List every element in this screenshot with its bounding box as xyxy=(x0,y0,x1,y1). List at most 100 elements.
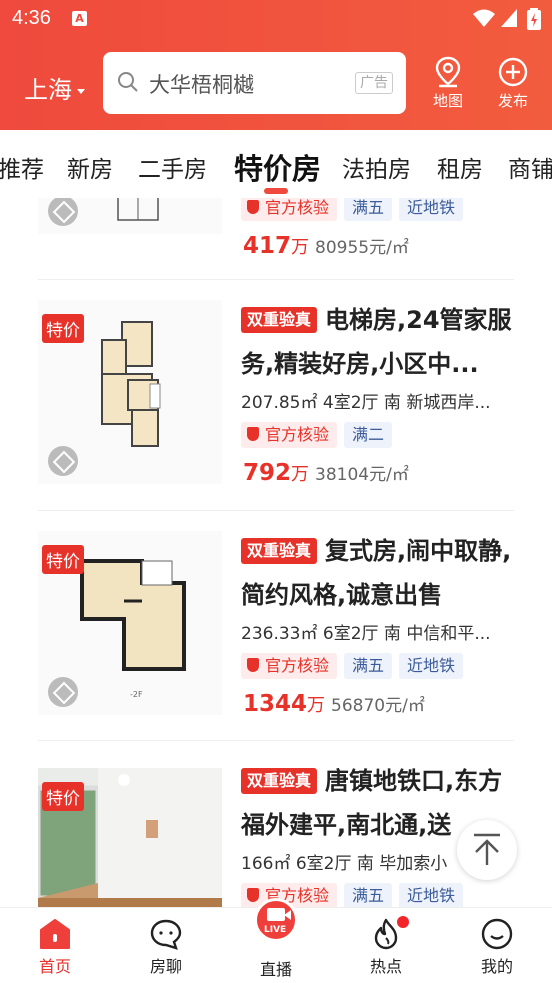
listing-chips: 官方核验 满五 近地铁 xyxy=(241,198,470,223)
official-verify-chip: 官方核验 xyxy=(241,422,338,448)
listing-card[interactable]: 特价 双重验真 唐镇地铁口,东方福外建平,南北通,送 166㎡ 6室2厅 南 毕加… xyxy=(0,741,552,907)
feature-chip: 近地铁 xyxy=(399,198,464,221)
nav-chat-label: 房聊 xyxy=(149,957,182,976)
listing-meta: 207.85㎡ 4室2厅 南 新城西岸... xyxy=(241,393,491,413)
listing-price: 1344万 56870元/㎡ xyxy=(243,691,425,717)
double-verify-tag: 双重验真 xyxy=(241,307,318,333)
back-to-top-button[interactable] xyxy=(457,820,517,880)
ad-label: 广告 xyxy=(355,72,393,94)
feature-chip: 满五 xyxy=(344,198,393,221)
shield-icon xyxy=(247,888,259,902)
tab-discount[interactable]: 特价房 xyxy=(234,146,321,188)
tab-second-hand[interactable]: 二手房 xyxy=(138,150,207,184)
verify-text: 官方核验 xyxy=(265,425,330,444)
nav-mine-label: 我的 xyxy=(480,957,513,976)
nav-live-button[interactable]: LIVE xyxy=(254,898,298,942)
map-pin-icon xyxy=(435,56,461,88)
listing-thumbnail: 特价 xyxy=(38,768,222,907)
header-bar: 4:36 A 上海 大华梧桐樾 广告 地图 发布 xyxy=(0,0,552,130)
publish-button[interactable]: 发布 xyxy=(489,56,537,111)
city-label: 上海 xyxy=(24,76,72,104)
search-keyword: 大华梧桐樾 xyxy=(149,73,254,97)
notification-dot xyxy=(397,916,409,928)
tab-rent[interactable]: 租房 xyxy=(437,150,483,184)
cell-signal-icon xyxy=(501,9,517,27)
verify-text: 官方核验 xyxy=(265,198,330,217)
listing-title: 双重验真 电梯房,24管家服务,精装好房,小区中... xyxy=(241,298,513,386)
listing-thumbnail: 特价 -2F xyxy=(38,531,222,715)
live-badge: LIVE xyxy=(264,925,287,935)
vr-icon xyxy=(48,677,78,707)
video-camera-icon xyxy=(267,908,285,921)
verify-text: 官方核验 xyxy=(265,656,330,675)
listing-card[interactable]: 特价 双重验真 电梯房,24管家服务,精装好房,小区中... 207.85㎡ 4室… xyxy=(0,280,552,510)
price-unit: 万 xyxy=(307,695,326,716)
discount-badge: 特价 xyxy=(42,545,84,574)
active-tab-indicator xyxy=(264,188,288,194)
home-icon xyxy=(40,919,70,949)
listing-chips: 官方核验 满二 xyxy=(241,422,399,450)
vr-icon xyxy=(48,446,78,476)
listing-chips: 官方核验 满五 近地铁 xyxy=(241,653,470,681)
discount-badge: 特价 xyxy=(42,782,84,811)
listing-list[interactable]: 官方核验 满五 近地铁 417万 80955元/㎡ 特价 双重验真 电梯房,24管家服务… xyxy=(0,198,552,907)
tab-auction[interactable]: 法拍房 xyxy=(342,150,411,184)
listing-card[interactable]: 官方核验 满五 近地铁 417万 80955元/㎡ xyxy=(0,198,552,280)
listing-card[interactable]: 特价 -2F 双重验真 复式房,闹中取静,简约风格,诚意出售 236.33㎡ 6室… xyxy=(0,511,552,741)
listing-thumbnail: 特价 xyxy=(38,300,222,484)
listing-title: 双重验真 复式房,闹中取静,简约风格,诚意出售 xyxy=(241,529,513,617)
listing-price: 417万 80955元/㎡ xyxy=(243,233,409,259)
notification-a-icon: A xyxy=(72,11,87,26)
unit-price: 80955元/㎡ xyxy=(315,238,409,258)
map-button[interactable]: 地图 xyxy=(424,56,472,111)
tab-new-house[interactable]: 新房 xyxy=(67,150,113,184)
nav-mine[interactable]: 我的 xyxy=(467,918,527,977)
total-price: 417 xyxy=(243,233,292,259)
search-icon xyxy=(118,72,138,92)
double-verify-tag: 双重验真 xyxy=(241,538,318,564)
plus-circle-icon xyxy=(498,57,528,87)
floor-label: -2F xyxy=(130,690,143,699)
feature-chip: 满二 xyxy=(344,422,393,448)
nav-home[interactable]: 首页 xyxy=(25,918,85,977)
feature-chip: 满五 xyxy=(344,653,393,679)
search-box[interactable]: 大华梧桐樾 广告 xyxy=(103,52,406,114)
listing-meta: 236.33㎡ 6室2厅 南 中信和平... xyxy=(241,624,491,644)
tab-shops[interactable]: 商铺 xyxy=(508,150,552,184)
nav-hot[interactable]: 热点 xyxy=(356,916,416,977)
city-selector[interactable]: 上海 xyxy=(24,70,85,105)
shield-icon xyxy=(247,427,259,441)
nav-hot-label: 热点 xyxy=(369,957,402,976)
feature-chip: 满五 xyxy=(344,883,393,907)
nav-home-label: 首页 xyxy=(38,957,71,976)
unit-price: 56870元/㎡ xyxy=(331,696,425,716)
smile-face-icon xyxy=(481,918,513,950)
map-label: 地图 xyxy=(432,92,463,110)
caret-down-icon xyxy=(77,88,85,94)
listing-price: 792万 38104元/㎡ xyxy=(243,460,409,486)
unit-price: 38104元/㎡ xyxy=(315,465,409,485)
official-verify-chip: 官方核验 xyxy=(241,198,338,221)
status-bar: 4:36 A xyxy=(0,0,552,38)
total-price: 1344 xyxy=(243,691,308,717)
price-unit: 万 xyxy=(291,237,310,258)
feature-chip: 近地铁 xyxy=(399,653,464,679)
nav-chat[interactable]: 房聊 xyxy=(136,918,196,977)
double-verify-tag: 双重验真 xyxy=(241,768,318,794)
video-camera-lens-icon xyxy=(284,910,291,920)
arrow-up-icon xyxy=(474,833,500,865)
discount-badge: 特价 xyxy=(42,314,84,343)
official-verify-chip: 官方核验 xyxy=(241,653,338,679)
shield-icon xyxy=(247,658,259,672)
tab-recommend[interactable]: 推荐 xyxy=(0,150,44,184)
listing-thumbnail xyxy=(38,198,222,234)
shield-icon xyxy=(247,200,259,214)
nav-live-label[interactable]: 直播 xyxy=(246,956,306,980)
total-price: 792 xyxy=(243,460,292,486)
publish-label: 发布 xyxy=(497,92,528,110)
price-unit: 万 xyxy=(291,464,310,485)
status-time: 4:36 xyxy=(12,7,51,29)
feature-chip: 近地铁 xyxy=(399,883,464,907)
wifi-icon xyxy=(473,9,495,27)
battery-charging-icon xyxy=(527,8,541,30)
